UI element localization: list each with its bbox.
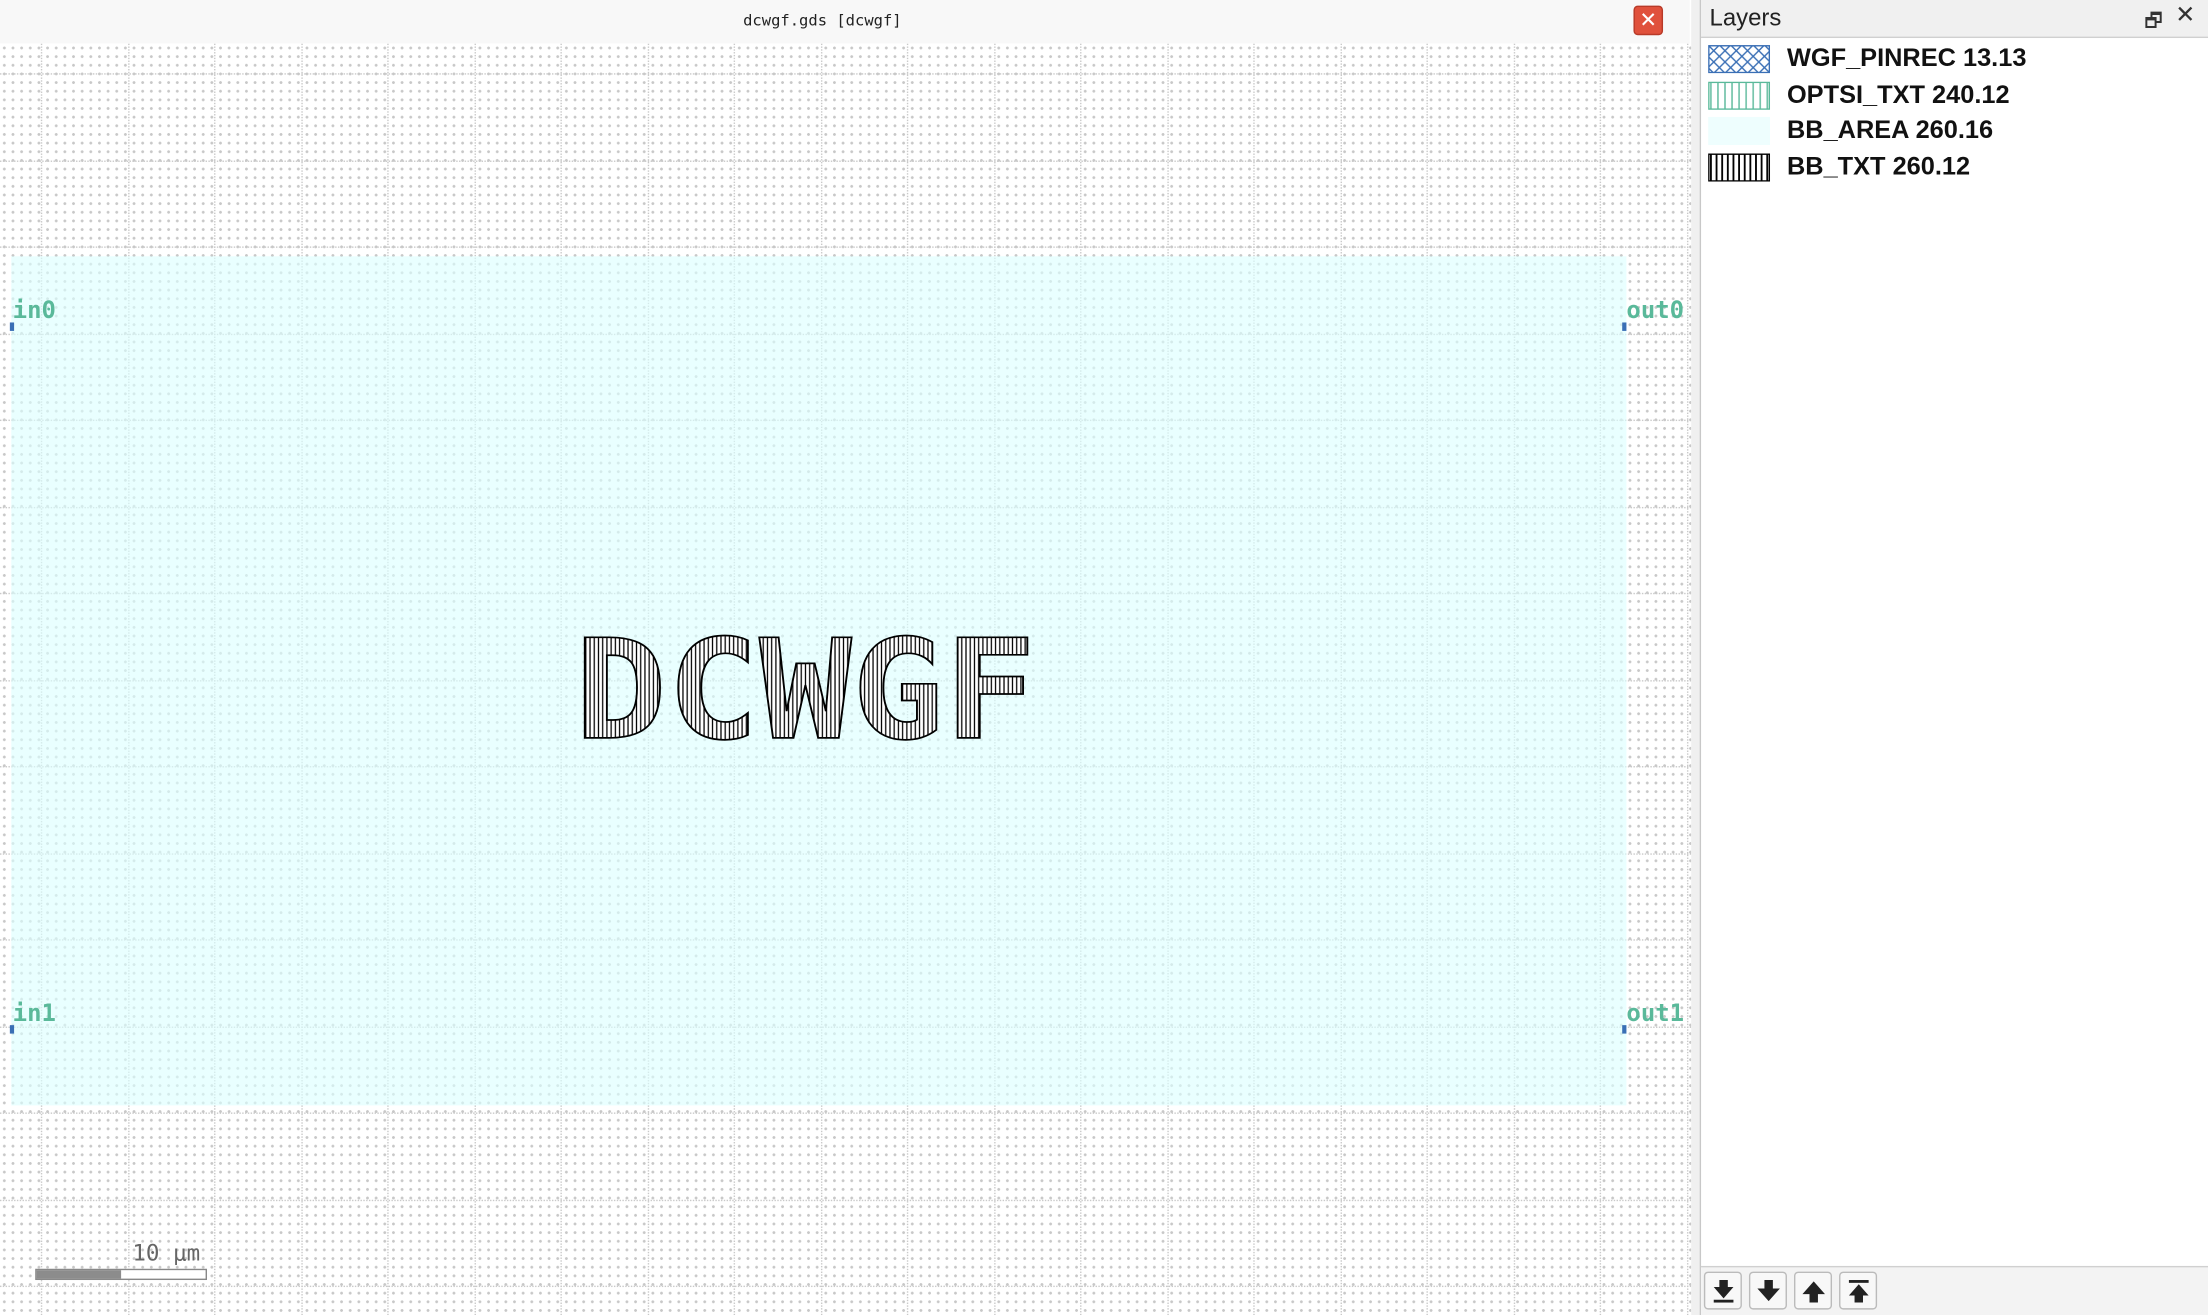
port-pin-out1[interactable] bbox=[1622, 1025, 1627, 1034]
port-pin-out0[interactable] bbox=[1622, 322, 1627, 331]
arrow-up-icon bbox=[1802, 1281, 1825, 1303]
layout-viewer-window: dcwgf.gds [dcwgf] ✕ in0 out0 in1 out1 DC… bbox=[0, 0, 2208, 1315]
move-up-button[interactable] bbox=[1793, 1271, 1833, 1310]
layer-row-bb-area[interactable]: BB_AREA 260.16 bbox=[1701, 113, 2208, 149]
document-title: dcwgf.gds [dcwgf] bbox=[743, 11, 902, 30]
layers-panel: Layers 🗗 ✕ WGF_PINREC 13.13 OPTSI_TXT 24… bbox=[1699, 0, 2208, 1315]
layout-canvas[interactable]: in0 out0 in1 out1 DCWGF 10 μm bbox=[0, 43, 1692, 1315]
grid-line-horizontal bbox=[0, 159, 1692, 162]
grid-line-horizontal bbox=[0, 1285, 1692, 1288]
layer-swatch-crosshatch bbox=[1708, 45, 1771, 74]
layer-swatch-solid-light bbox=[1708, 117, 1771, 146]
move-to-top-button[interactable] bbox=[1839, 1271, 1878, 1310]
layer-list: WGF_PINREC 13.13 OPTSI_TXT 240.12 BB_ARE… bbox=[1701, 41, 2208, 185]
layer-row-optsi-txt[interactable]: OPTSI_TXT 240.12 bbox=[1701, 77, 2208, 113]
arrow-down-icon bbox=[1757, 1280, 1780, 1302]
port-label-in1[interactable]: in1 bbox=[13, 1002, 56, 1027]
layer-name: BB_AREA 260.16 bbox=[1786, 115, 1994, 144]
grid-line-horizontal bbox=[0, 1112, 1692, 1114]
scale-bar bbox=[35, 1268, 207, 1281]
move-down-button[interactable] bbox=[1748, 1271, 1787, 1310]
move-to-bottom-button[interactable] bbox=[1703, 1271, 1742, 1310]
layer-swatch-vertical-black bbox=[1708, 153, 1771, 182]
move-to-top-icon bbox=[1848, 1280, 1869, 1303]
layer-row-wgf-pinrec[interactable]: WGF_PINREC 13.13 bbox=[1701, 41, 2208, 77]
layers-panel-header: Layers 🗗 ✕ bbox=[1701, 0, 2208, 40]
grid-line-horizontal bbox=[0, 1199, 1692, 1201]
layer-swatch-vertical-teal bbox=[1708, 81, 1771, 110]
port-label-out1[interactable]: out1 bbox=[1626, 1002, 1684, 1027]
layer-name: BB_TXT 260.12 bbox=[1786, 151, 1971, 180]
close-document-button[interactable]: ✕ bbox=[1633, 5, 1664, 36]
move-to-bottom-icon bbox=[1713, 1280, 1734, 1303]
close-panel-icon[interactable]: ✕ bbox=[2175, 1, 2195, 29]
grid-line-horizontal bbox=[0, 73, 1692, 75]
port-pin-in1[interactable] bbox=[9, 1025, 15, 1034]
layers-toolbar bbox=[1701, 1265, 2208, 1315]
cell-label-text: DCWGF bbox=[575, 621, 1037, 762]
close-icon: ✕ bbox=[1639, 7, 1658, 33]
float-panel-icon[interactable]: 🗗 bbox=[2144, 6, 2163, 40]
port-label-out0[interactable]: out0 bbox=[1626, 299, 1684, 324]
layer-name: WGF_PINREC 13.13 bbox=[1786, 43, 2027, 72]
scale-bar-label: 10 μm bbox=[132, 1239, 201, 1266]
cell-label-text-shape[interactable]: DCWGF bbox=[563, 621, 1056, 762]
port-label-in0[interactable]: in0 bbox=[13, 299, 56, 324]
port-pin-in0[interactable] bbox=[9, 322, 15, 331]
layer-name: OPTSI_TXT 240.12 bbox=[1786, 79, 2010, 108]
scale-bar-fill bbox=[36, 1270, 122, 1279]
editor-tab-bar: dcwgf.gds [dcwgf] ✕ bbox=[0, 0, 1690, 44]
grid-line-horizontal bbox=[0, 246, 1692, 248]
panel-splitter[interactable] bbox=[1691, 0, 1700, 1315]
layer-row-bb-txt[interactable]: BB_TXT 260.12 bbox=[1701, 149, 2208, 185]
layers-panel-title: Layers bbox=[1709, 4, 1782, 31]
